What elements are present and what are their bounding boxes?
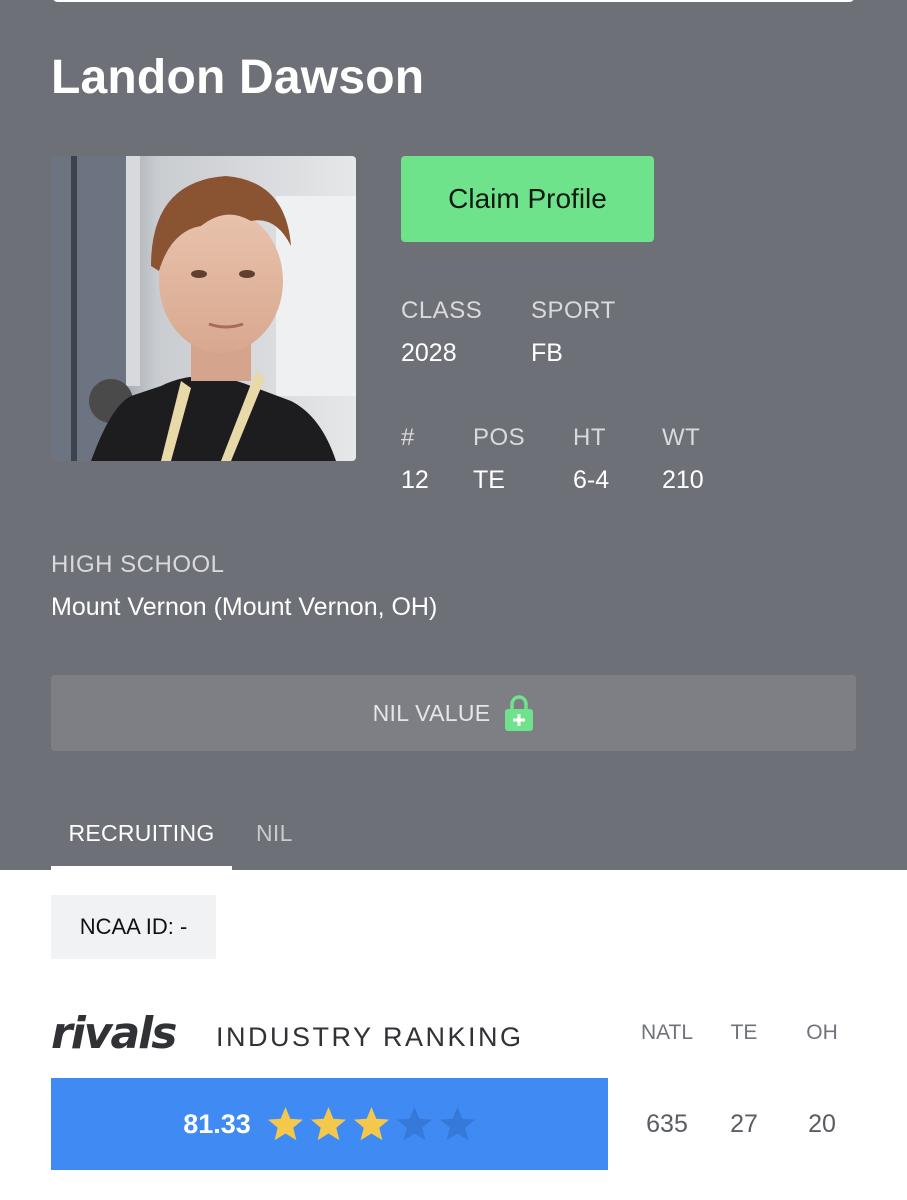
- player-photo-image: [51, 156, 356, 461]
- position-value: TE: [473, 466, 505, 494]
- position-rank-value: 27: [730, 1110, 758, 1138]
- star-filled-icon: [310, 1106, 347, 1142]
- natl-rank-header: NATL: [640, 1021, 694, 1044]
- profile-header-panel: Landon Dawson Claim Profile CLASS 2028 S…: [0, 0, 907, 870]
- rivals-logo: rivals: [51, 1008, 177, 1059]
- ncaa-id-badge: NCAA ID: -: [51, 895, 216, 959]
- industry-ranking-title: INDUSTRY RANKING: [216, 1022, 524, 1052]
- state-rank-value: 20: [808, 1110, 836, 1138]
- state-rank-header: OH: [806, 1021, 838, 1044]
- class-value: 2028: [401, 339, 457, 367]
- player-photo: [51, 156, 356, 461]
- star-empty-icon: [396, 1106, 433, 1142]
- tab-nil[interactable]: NIL: [256, 820, 293, 847]
- weight-value: 210: [662, 466, 704, 494]
- position-label: POS: [473, 424, 526, 451]
- top-strip: [52, 0, 855, 2]
- high-school-value: Mount Vernon (Mount Vernon, OH): [51, 593, 438, 621]
- jersey-number-label: #: [401, 424, 415, 451]
- lock-plus-icon: [504, 694, 534, 732]
- sport-value: FB: [531, 339, 563, 367]
- nil-value-label: NIL VALUE: [372, 699, 491, 726]
- height-value: 6-4: [573, 466, 610, 494]
- claim-profile-button[interactable]: Claim Profile: [401, 156, 654, 242]
- player-name: Landon Dawson: [51, 51, 425, 104]
- class-label: CLASS: [401, 297, 483, 324]
- star-filled-icon: [353, 1106, 390, 1142]
- jersey-number-value: 12: [401, 466, 429, 494]
- nil-value-button[interactable]: NIL VALUE: [51, 675, 856, 751]
- natl-rank-value: 635: [646, 1110, 688, 1138]
- sport-label: SPORT: [531, 297, 616, 324]
- high-school-label: HIGH SCHOOL: [51, 551, 225, 578]
- position-rank-header: TE: [730, 1021, 758, 1044]
- weight-label: WT: [662, 424, 701, 451]
- rating-score: 81.33: [183, 1108, 251, 1139]
- star-filled-icon: [267, 1106, 304, 1142]
- rating-bar: 81.33: [51, 1078, 608, 1170]
- star-empty-icon: [439, 1106, 476, 1142]
- tab-recruiting[interactable]: RECRUITING: [51, 820, 232, 870]
- height-label: HT: [573, 424, 606, 451]
- star-rating: [267, 1106, 476, 1142]
